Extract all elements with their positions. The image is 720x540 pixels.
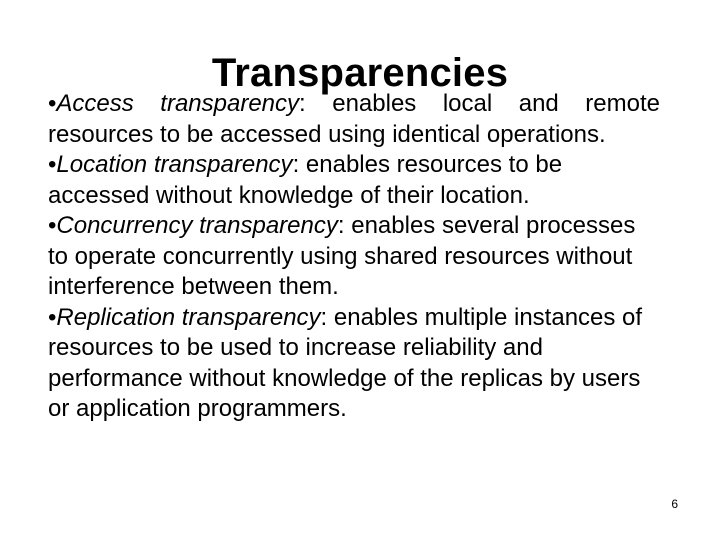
bullet-access-transparency: •Access transparency: enables local and … bbox=[48, 89, 660, 150]
bullet-location-transparency: •Location transparency: enables resource… bbox=[48, 150, 660, 211]
bullet-term: Access transparency bbox=[56, 90, 300, 117]
bullet-term: Concurrency transparency bbox=[56, 212, 338, 239]
bullet-replication-transparency: •Replication transparency: enables multi… bbox=[48, 303, 660, 425]
bullet-list: •Access transparency: enables local and … bbox=[48, 89, 660, 425]
bullet-separator: : bbox=[299, 90, 306, 117]
page-number: 6 bbox=[671, 497, 678, 511]
bullet-concurrency-transparency: •Concurrency transparency: enables sever… bbox=[48, 211, 660, 303]
bullet-term: Replication transparency bbox=[56, 303, 321, 331]
bullet-separator: : bbox=[337, 212, 345, 239]
bullet-term: Location transparency bbox=[56, 151, 293, 178]
